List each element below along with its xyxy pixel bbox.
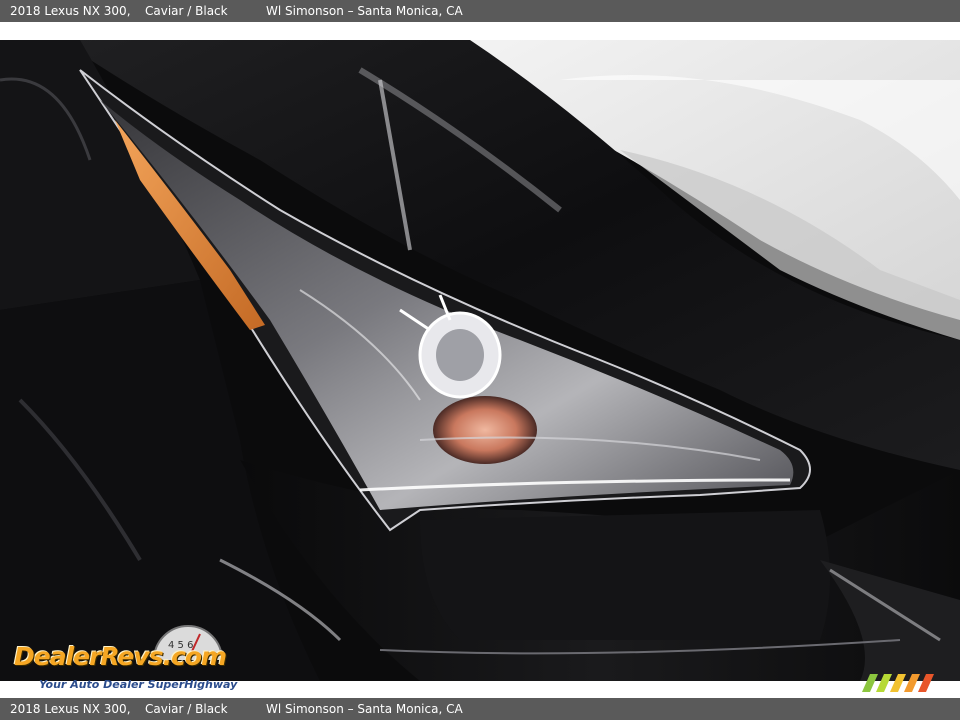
car-photo [0,40,960,681]
photo-frame: 2018 Lexus NX 300, Caviar / Black Wl Sim… [0,0,960,720]
caption-dealer: Wl Simonson – Santa Monica, CA [266,4,463,18]
caption-model-bottom: 2018 Lexus NX 300, [10,702,131,716]
dealerrevs-logo: 4 5 6 DealerRevs.com Your Auto Dealer Su… [10,622,270,694]
speed-stripes-icon [862,674,934,692]
bottom-caption-bar: 2018 Lexus NX 300, Caviar / Black Wl Sim… [0,698,960,720]
caption-dealer-bottom: Wl Simonson – Santa Monica, CA [266,702,463,716]
top-caption-bar: 2018 Lexus NX 300, Caviar / Black Wl Sim… [0,0,960,22]
caption-color: Caviar / Black [145,4,228,18]
logo-brand: DealerRevs.com [14,642,227,671]
caption-model: 2018 Lexus NX 300, [10,4,131,18]
caption-color-bottom: Caviar / Black [145,702,228,716]
logo-tagline: Your Auto Dealer SuperHighway [39,678,238,691]
headlight-illustration [0,40,960,681]
